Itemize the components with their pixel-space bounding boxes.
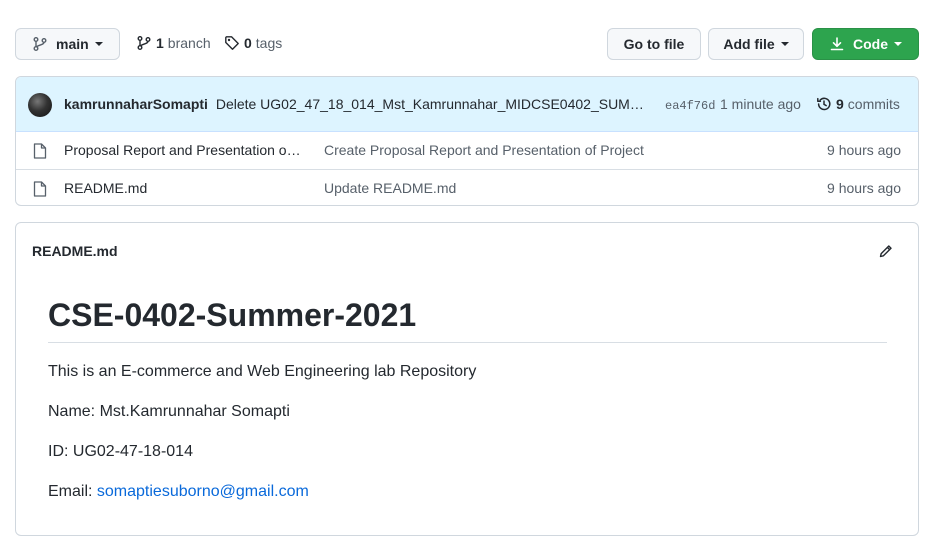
git-branch-icon <box>137 36 151 50</box>
commits-history-link[interactable]: 9 commits <box>816 96 900 112</box>
readme-email-line: Email: somaptiesuborno@gmail.com <box>48 483 309 501</box>
commit-time: 1 minute ago <box>720 96 801 112</box>
latest-commit-bar: kamrunnaharSomapti Delete UG02_47_18_014… <box>16 77 918 132</box>
file-row: Proposal Report and Presentation of Proj… <box>16 132 918 169</box>
latest-commit-text: kamrunnaharSomapti Delete UG02_47_18_014… <box>64 96 654 112</box>
email-link[interactable]: somaptiesuborno@gmail.com <box>97 483 309 500</box>
file-icon <box>33 143 47 159</box>
file-list: Proposal Report and Presentation of Proj… <box>16 132 918 205</box>
commit-message-link[interactable]: Delete UG02_47_18_014_Mst_Kamrunnahar_MI… <box>216 96 654 112</box>
readme-id-line: ID: UG02-47-18-014 <box>48 443 193 460</box>
file-commit-message-link[interactable]: Update README.md <box>324 180 456 196</box>
branches-count: 1 <box>156 35 164 51</box>
code-label: Code <box>853 36 888 52</box>
file-commit-time: 9 hours ago <box>827 180 901 196</box>
file-commit-message-link[interactable]: Create Proposal Report and Presentation … <box>324 142 644 158</box>
commits-label: commits <box>847 96 900 112</box>
file-name-link[interactable]: README.md <box>64 180 304 196</box>
commit-author-link[interactable]: kamrunnaharSomapti <box>64 96 208 112</box>
avatar[interactable] <box>28 93 52 117</box>
tags-label: tags <box>255 35 283 51</box>
readme-heading: CSE-0402-Summer-2021 <box>48 295 887 343</box>
file-browser: kamrunnaharSomapti Delete UG02_47_18_014… <box>15 76 919 206</box>
go-to-file-label: Go to file <box>623 36 685 52</box>
commit-sha-link[interactable]: ea4f76d <box>665 99 715 113</box>
readme-name-line: Name: Mst.Kamrunnahar Somapti <box>48 403 290 420</box>
chevron-down-icon <box>894 42 902 46</box>
file-row: README.md Update README.md 9 hours ago <box>16 169 918 205</box>
chevron-down-icon <box>94 42 103 46</box>
tags-count: 0 <box>244 35 252 51</box>
tags-link[interactable]: 0 tags <box>224 35 282 51</box>
branch-name: main <box>56 36 89 52</box>
file-icon <box>33 181 47 197</box>
commits-count: 9 <box>836 96 844 112</box>
file-name-link[interactable]: Proposal Report and Presentation of Proj… <box>64 142 304 158</box>
chevron-down-icon <box>780 42 789 46</box>
code-button[interactable]: Code <box>812 28 919 60</box>
readme-title: README.md <box>32 243 118 259</box>
branches-label: branch <box>167 35 211 51</box>
pencil-icon[interactable] <box>878 243 894 259</box>
email-label: Email: <box>48 483 97 500</box>
history-icon <box>817 97 831 111</box>
download-icon <box>830 37 844 51</box>
git-branch-icon <box>33 37 47 51</box>
file-commit-time: 9 hours ago <box>827 142 901 158</box>
add-file-label: Add file <box>723 36 775 52</box>
branches-link[interactable]: 1 branch <box>136 35 211 51</box>
branch-select-button[interactable]: main <box>15 28 120 60</box>
tag-icon <box>225 36 239 50</box>
readme-panel: README.md CSE-0402-Summer-2021 This is a… <box>15 222 919 536</box>
go-to-file-button[interactable]: Go to file <box>607 28 701 60</box>
add-file-button[interactable]: Add file <box>708 28 804 60</box>
readme-description: This is an E-commerce and Web Engineerin… <box>48 363 477 380</box>
